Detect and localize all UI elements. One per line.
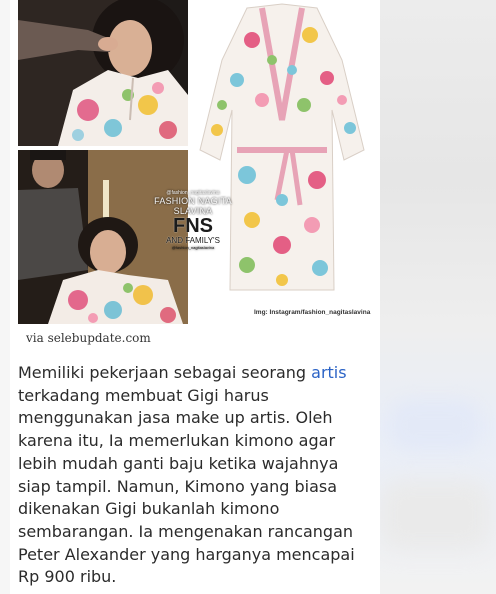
watermark-logo: FNS	[173, 215, 213, 237]
article-line: Peter Alexander yang harganya mencapai	[18, 544, 355, 564]
photo-collage[interactable]: @fashion_nagitaslavina FASHION NAGITA SL…	[18, 0, 372, 326]
watermark-handle: @fashion_nagitaslavina	[171, 245, 215, 250]
watermark: @fashion_nagitaslavina FASHION NAGITA SL…	[138, 190, 248, 250]
blur-blob	[380, 480, 490, 550]
image-credit: Img: Instagram/fashion_nagitaslavina	[254, 309, 371, 316]
article-line: dikenakan Gigi bukanlah kimono	[18, 499, 280, 519]
artis-link[interactable]: artis	[311, 363, 346, 382]
photo-makeup-session	[18, 0, 188, 146]
article-line: menggunakan jasa make up artis. Oleh	[18, 408, 333, 428]
article-card: @fashion_nagitaslavina FASHION NAGITA SL…	[10, 0, 380, 594]
article-line: Rp 900 ribu.	[18, 567, 117, 587]
article-line: siap tampil. Namun, Kimono yang biasa	[18, 476, 338, 496]
article-line: Memiliki pekerjaan sebagai seorang artis	[18, 362, 374, 385]
article-text: Memiliki pekerjaan sebagai seorang	[18, 363, 312, 382]
blur-blob	[390, 400, 480, 450]
article-line: lebih mudah ganti baju ketika wajahnya	[18, 453, 339, 473]
source-caption: via selebupdate.com	[26, 331, 151, 345]
photo-kimono-product	[192, 0, 372, 324]
article-line: sembarangan. Ia mengenakan rancangan	[18, 521, 354, 541]
article-line: terkadang membuat Gigi harus	[18, 385, 269, 405]
watermark-family: AND FAMILY'S	[166, 236, 220, 245]
background-blur-panel	[380, 0, 496, 594]
article-paragraph: Memiliki pekerjaan sebagai seorang artis…	[18, 362, 374, 589]
article-line: karena itu, Ia memerlukan kimono agar	[18, 431, 336, 451]
watermark-line: FASHION NAGITA SLAVINA	[154, 196, 232, 216]
